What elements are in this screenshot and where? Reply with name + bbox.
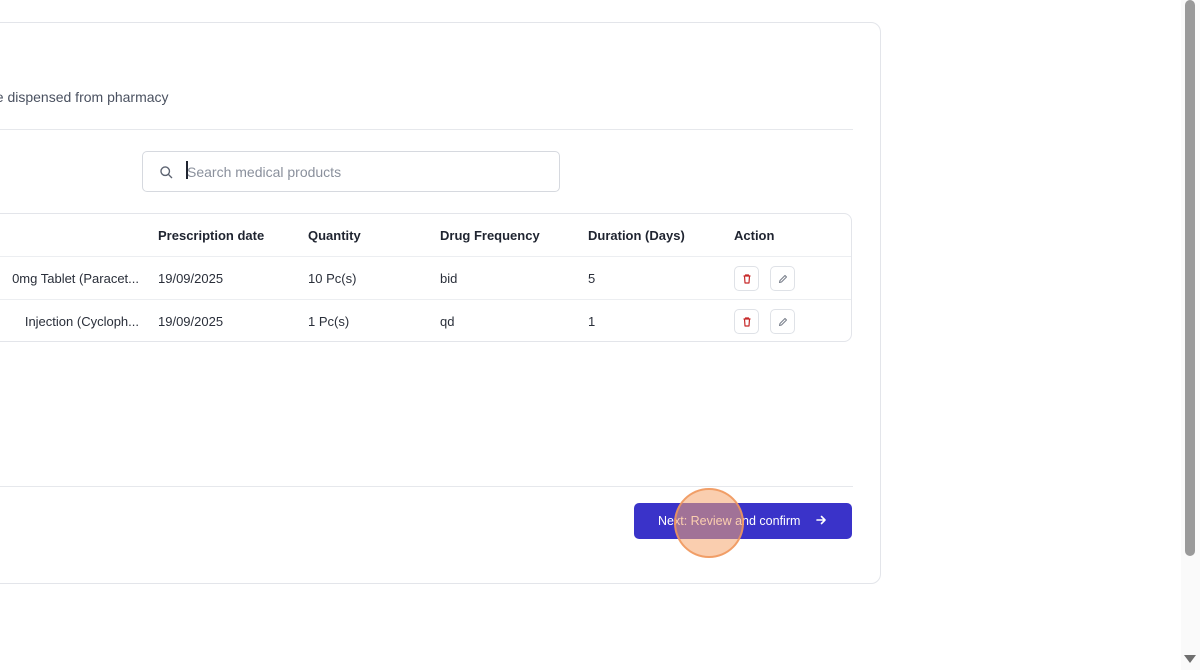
pencil-icon <box>778 274 787 283</box>
next-button-label: Next: Review and confirm <box>658 514 801 528</box>
scroll-down-arrow-icon[interactable] <box>1184 655 1196 663</box>
product-name: 0mg Tablet (Paracet... <box>12 270 139 286</box>
drug-frequency: qd <box>440 313 455 329</box>
delete-button[interactable] <box>734 266 759 291</box>
prescription-date: 19/09/2025 <box>158 270 224 286</box>
medication-table: Prescription date Quantity Drug Frequenc… <box>0 213 852 342</box>
pencil-icon <box>778 317 787 326</box>
column-header-quantity: Quantity <box>308 227 361 243</box>
footer-divider <box>0 486 853 487</box>
column-header-duration: Duration (Days) <box>588 227 685 243</box>
column-header-product <box>0 214 141 256</box>
text-cursor <box>186 161 188 179</box>
duration-days: 5 <box>588 270 596 286</box>
drug-frequency: bid <box>440 270 458 286</box>
column-header-frequency: Drug Frequency <box>440 227 540 243</box>
search-input[interactable] <box>187 160 547 184</box>
column-header-date: Prescription date <box>158 227 265 243</box>
quantity: 10 Pc(s) <box>308 270 357 286</box>
duration-days: 1 <box>588 313 596 329</box>
column-header-action: Action <box>734 227 775 243</box>
trash-icon <box>743 273 750 284</box>
trash-icon <box>743 316 750 327</box>
header-divider <box>0 129 853 130</box>
prescription-date: 19/09/2025 <box>158 313 224 329</box>
product-name: Injection (Cycloph... <box>24 313 139 329</box>
next-review-confirm-button[interactable]: Next: Review and confirm <box>634 503 852 539</box>
table-row: Injection (Cycloph... 19/09/2025 1 Pc(s)… <box>0 299 851 341</box>
search-box[interactable] <box>142 151 560 192</box>
section-subtitle: be dispensed from pharmacy <box>0 89 169 105</box>
edit-button[interactable] <box>770 266 795 291</box>
search-icon <box>160 166 173 179</box>
scrollbar-thumb[interactable] <box>1185 0 1195 556</box>
quantity: 1 Pc(s) <box>308 313 350 329</box>
table-header-row: Prescription date Quantity Drug Frequenc… <box>0 214 851 256</box>
arrow-right-icon <box>816 515 826 525</box>
delete-button[interactable] <box>734 309 759 334</box>
table-row: 0mg Tablet (Paracet... 19/09/2025 10 Pc(… <box>0 256 851 299</box>
edit-button[interactable] <box>770 309 795 334</box>
